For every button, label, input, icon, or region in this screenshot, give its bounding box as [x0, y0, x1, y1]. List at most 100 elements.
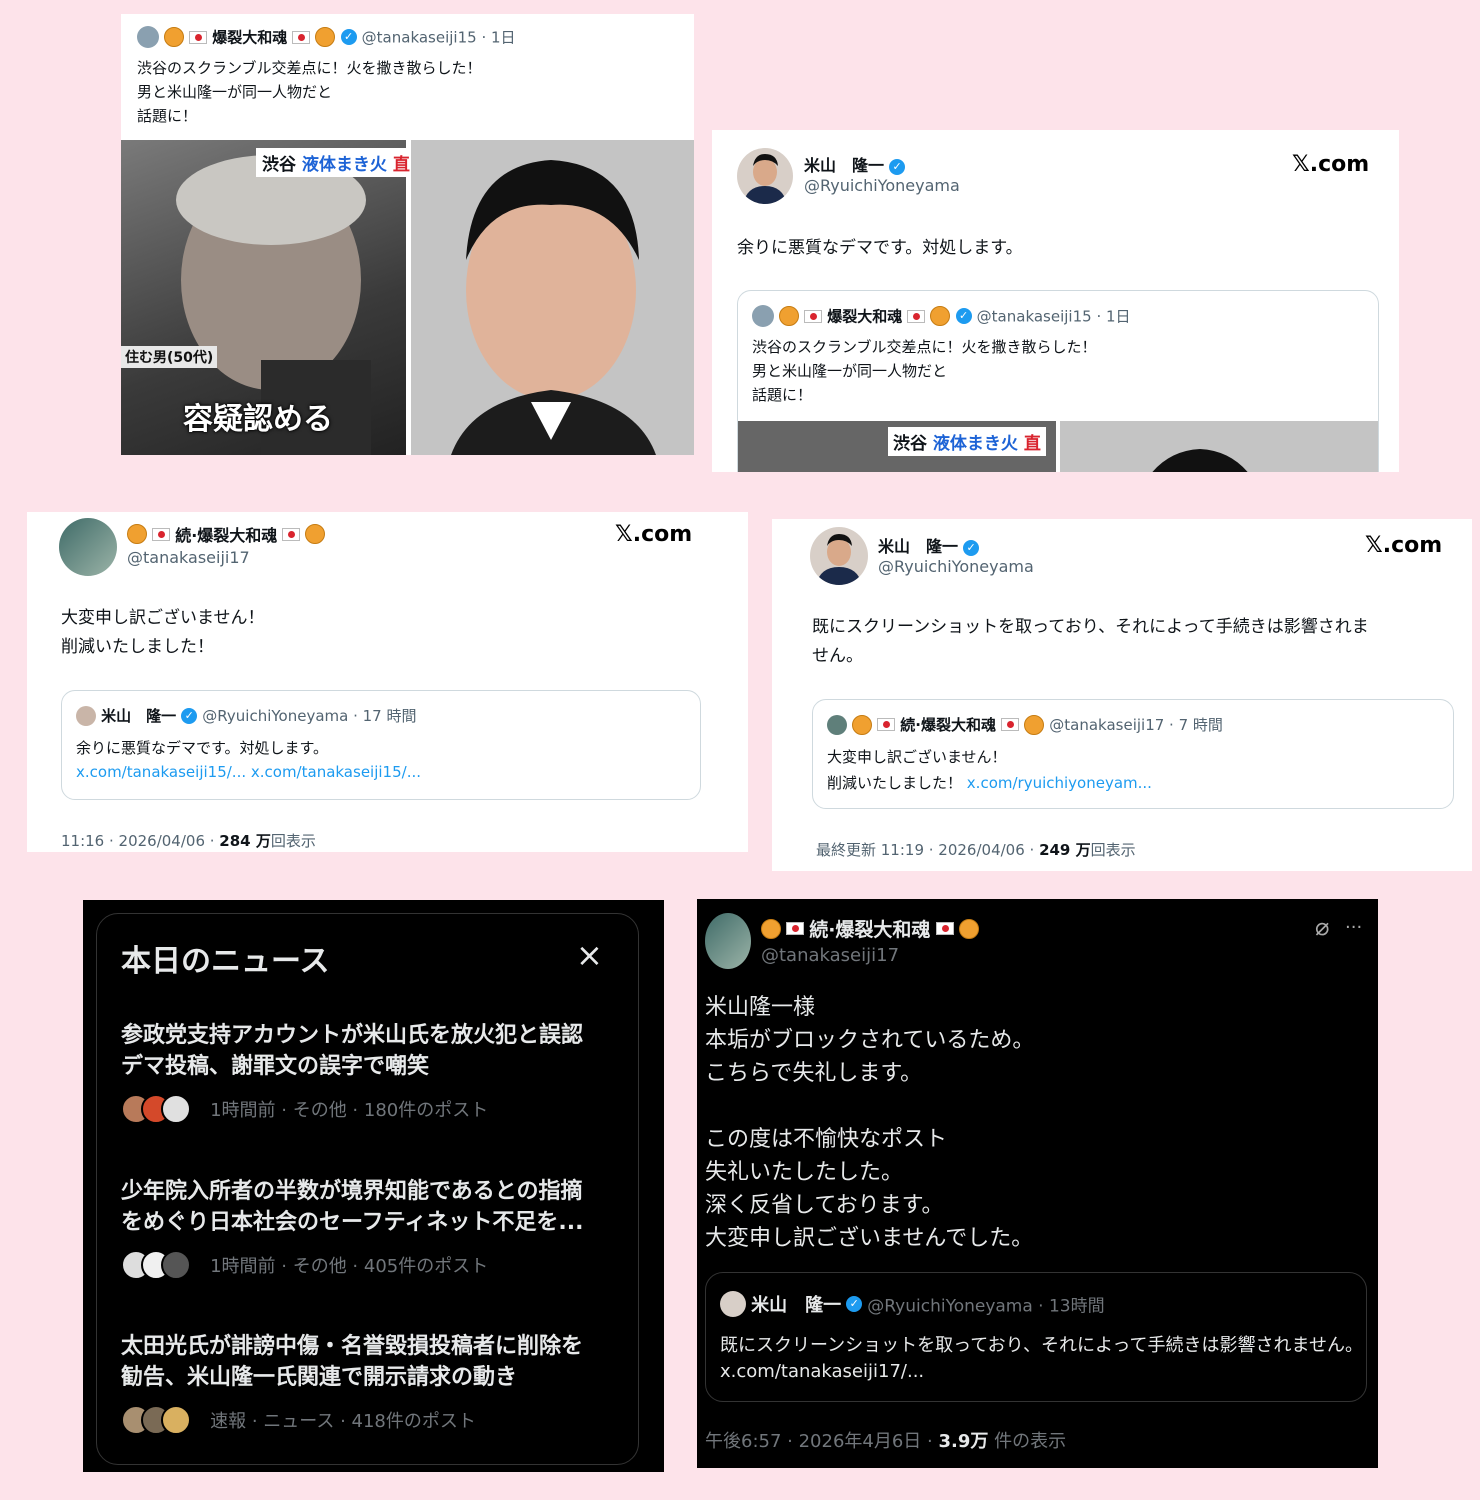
avatar-stack — [121, 1405, 191, 1435]
handle[interactable]: @tanakaseiji17 — [761, 945, 899, 966]
quoted-tweet[interactable]: 続·爆裂大和魂 @tanakaseiji17 · 7 時間 大変申し訳ございませ… — [812, 699, 1454, 809]
news-caption-top: 渋谷 液体まき火 直 — [256, 148, 416, 177]
view-label: 件の表示 — [988, 1431, 1067, 1452]
tweet-text-line: 既にスクリーンショットを取っており、それによって手続きは影響されま — [812, 617, 1369, 637]
japan-flag-icon — [877, 718, 896, 731]
tweet-photo-yoneyama[interactable] — [411, 140, 694, 455]
quote-text-line: 大変申し訳ございません！ — [827, 748, 1007, 766]
news-meta-row: 速報 · ニュース · 418件のポスト — [121, 1405, 621, 1435]
avatar[interactable] — [737, 148, 793, 204]
news-panel-title: 本日のニュース — [121, 944, 330, 979]
news-meta-row: 1時間前 · その他 · 405件のポスト — [121, 1250, 621, 1280]
x-logo: 𝕏.com — [615, 522, 693, 547]
caption-text: 直 — [392, 155, 410, 175]
display-name[interactable]: 米山 隆一 — [878, 537, 958, 556]
handle-time[interactable]: @tanakaseiji15 · 1日 — [362, 29, 516, 47]
orange-circle-icon — [127, 524, 147, 544]
tweet-card-tanakaseiji15: 爆裂大和魂 ✓ @tanakaseiji15 · 1日 渋谷のスクランブル交差点… — [121, 14, 694, 455]
display-name[interactable]: 続·爆裂大和魂 — [175, 526, 277, 545]
quoted-tweet[interactable]: 米山 隆一 ✓ @RyuichiYoneyama · 13時間 既にスクリーンシ… — [705, 1272, 1367, 1402]
display-name[interactable]: 爆裂大和魂 — [212, 29, 287, 47]
news-item[interactable]: 参政党支持アカウントが米山氏を放火犯と誤認 デマ投稿、謝罪文の誤字で嘲笑 1時間… — [121, 1020, 621, 1124]
quote-text-line: 話題に！ — [752, 386, 813, 404]
more-icon[interactable]: ··· — [1345, 917, 1362, 938]
tweet-text-line: 男と米山隆一が同一人物だと — [137, 83, 333, 101]
quote-link[interactable]: x.com/ryuichiyoneyam... — [967, 774, 1152, 792]
quote-link[interactable]: x.com/tanakaseiji17/... — [720, 1361, 924, 1382]
quote-text-line: 渋谷のスクランブル交差点に！火を撒き散らした！ — [752, 338, 1097, 356]
tweet-text-line: 失礼いたしたした。 — [705, 1160, 904, 1185]
quoted-tweet[interactable]: 米山 隆一 ✓ @RyuichiYoneyama · 17 時間 余りに悪質なデ… — [61, 690, 701, 800]
handle-time: @tanakaseiji17 · 7 時間 — [1049, 716, 1223, 734]
tweet-footer: 11:16 · 2026/04/06 · 284 万回表示 — [61, 830, 316, 851]
tweet-photo-suspect[interactable]: 渋谷 液体まき火 直 住む男(50代) 容疑認める — [121, 140, 416, 455]
news-meta-row: 1時間前 · その他 · 180件のポスト — [121, 1094, 621, 1124]
tweet-text-line: この度は不愉快なポスト — [705, 1127, 948, 1152]
quote-header: 米山 隆一 ✓ @RyuichiYoneyama · 17 時間 — [76, 705, 417, 726]
close-icon[interactable]: × — [576, 936, 603, 974]
news-caption-top: 渋谷 液体まき火 直 — [888, 427, 1046, 456]
view-label: 回表示 — [1090, 841, 1136, 859]
avatar[interactable] — [137, 26, 159, 48]
avatar — [76, 705, 96, 726]
quote-text: 既にスクリーンショットを取っており、それによって手続きは影響されません。 — [720, 1335, 1363, 1356]
handle-time: @tanakaseiji15 · 1日 — [976, 307, 1131, 326]
timestamp[interactable]: 11:16 · 2026/04/06 · — [61, 832, 219, 850]
news-headline-line: をめぐり日本社会のセーフティネット不足を... — [121, 1210, 584, 1235]
display-name: 米山 隆一 — [101, 707, 177, 725]
avatar-stack — [121, 1250, 191, 1280]
quote-photo-right — [1060, 421, 1378, 472]
japan-flag-icon — [189, 30, 208, 44]
japan-flag-icon — [282, 527, 301, 541]
quote-links[interactable]: x.com/tanakaseiji15/... x.com/tanakaseij… — [76, 763, 421, 781]
handle[interactable]: @RyuichiYoneyama — [878, 557, 1034, 576]
japan-flag-icon — [804, 309, 823, 323]
verified-badge-icon: ✓ — [846, 1296, 863, 1312]
timestamp[interactable]: 最終更新 11:19 · 2026/04/06 · — [816, 841, 1039, 859]
quote-header: 爆裂大和魂 ✓ @tanakaseiji15 · 1日 — [752, 305, 1131, 327]
tweet-header: 続·爆裂大和魂 — [761, 915, 979, 942]
caption-text: 液体まき火 — [932, 434, 1018, 454]
quote-text: 削減いたしました！ — [827, 774, 963, 792]
verified-badge-icon: ✓ — [889, 158, 906, 175]
display-name[interactable]: 続·爆裂大和魂 — [809, 919, 930, 941]
tweet-footer: 午後6:57 · 2026年4月6日 · 3.9万 件の表示 — [705, 1427, 1066, 1453]
tweet-text-line: 米山隆一様 — [705, 995, 816, 1020]
avatar[interactable] — [59, 518, 117, 576]
japan-flag-icon — [292, 30, 311, 44]
quote-photo-left: 渋谷 液体まき火 直 — [738, 421, 1056, 472]
verified-badge-icon: ✓ — [955, 308, 972, 324]
orange-circle-icon — [1024, 714, 1045, 735]
grok-icon[interactable]: ⌀ — [1315, 913, 1329, 941]
handle[interactable]: @RyuichiYoneyama — [804, 176, 960, 195]
tweet-text: 大変申し訳ございません！ 削減いたしました！ — [61, 604, 265, 662]
avatar-stack — [121, 1094, 191, 1124]
japan-flag-icon — [907, 309, 926, 323]
caption-text: 直 — [1023, 434, 1041, 454]
avatar[interactable] — [810, 527, 868, 585]
news-caption-side: 住む男(50代) — [121, 346, 218, 368]
quoted-tweet[interactable]: 爆裂大和魂 ✓ @tanakaseiji15 · 1日 渋谷のスクランブル交差点… — [737, 290, 1379, 472]
orange-circle-icon — [164, 27, 185, 47]
verified-badge-icon: ✓ — [963, 539, 980, 556]
quote-header: 続·爆裂大和魂 @tanakaseiji17 · 7 時間 — [827, 714, 1223, 735]
view-count: 3.9万 — [938, 1431, 989, 1452]
handle[interactable]: @tanakaseiji17 — [127, 548, 250, 567]
news-headline-line: 勧告、米山隆一氏関連で開示請求の動き — [121, 1365, 518, 1390]
display-name[interactable]: 米山 隆一 — [804, 156, 884, 175]
orange-circle-icon — [761, 918, 781, 939]
tweet-header: 米山 隆一 ✓ — [878, 533, 980, 557]
japan-flag-icon — [935, 922, 954, 935]
news-item[interactable]: 少年院入所者の半数が境界知能であるとの指摘 をめぐり日本社会のセーフティネット不… — [121, 1176, 621, 1280]
tweet-text-line: 深く反省しております。 — [705, 1193, 944, 1218]
quote-text-line: 男と米山隆一が同一人物だと — [752, 362, 948, 380]
japan-flag-icon — [152, 527, 171, 541]
caption-text: 渋谷 — [893, 434, 927, 454]
todays-news-panel: 本日のニュース × 参政党支持アカウントが米山氏を放火犯と誤認 デマ投稿、謝罪文… — [83, 900, 664, 1472]
news-item[interactable]: 太田光氏が誹謗中傷・名誉毀損投稿者に削除を 勧告、米山隆一氏関連で開示請求の動き… — [121, 1331, 621, 1435]
news-headline-line: デマ投稿、謝罪文の誤字で嘲笑 — [121, 1054, 430, 1079]
avatar — [827, 714, 847, 735]
timestamp[interactable]: 午後6:57 · 2026年4月6日 · — [705, 1431, 938, 1452]
avatar[interactable] — [705, 913, 751, 969]
view-count: 249 万 — [1039, 841, 1091, 859]
